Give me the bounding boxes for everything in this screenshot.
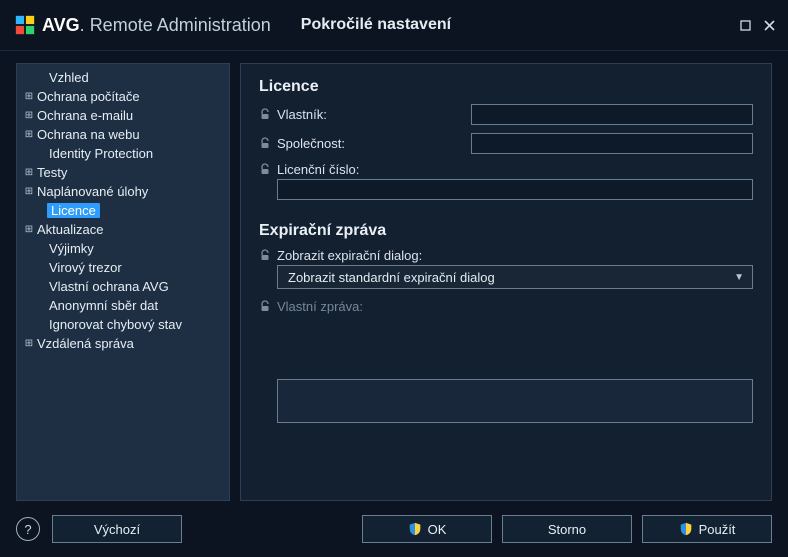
- tree-item[interactable]: Ignorovat chybový stav: [17, 315, 229, 334]
- tree-item[interactable]: Virový trezor: [17, 258, 229, 277]
- section-expiration: Expirační zpráva: [259, 222, 753, 240]
- tree-item-label: Aktualizace: [35, 222, 103, 237]
- lock-icon: [259, 108, 273, 122]
- titlebar: AVG. Remote Administration Pokročilé nas…: [0, 0, 788, 51]
- tree-item-label: Vzdálená správa: [35, 336, 134, 351]
- expand-icon[interactable]: ⊞: [23, 129, 35, 140]
- select-value: Zobrazit standardní expirační dialog: [288, 270, 495, 285]
- help-button[interactable]: ?: [16, 517, 40, 541]
- app-logo: AVG. Remote Administration: [14, 14, 271, 36]
- tree-item-label: Ochrana na webu: [35, 127, 140, 142]
- shield-icon: [408, 522, 422, 536]
- tree-item[interactable]: ⊞Ochrana e-mailu: [17, 106, 229, 125]
- tree-item[interactable]: Licence: [17, 201, 229, 220]
- custom-message-label: Vlastní zpráva:: [277, 299, 363, 314]
- tree-item-label: Ochrana e-mailu: [35, 108, 133, 123]
- lock-icon: [259, 249, 273, 263]
- company-label: Společnost:: [277, 136, 471, 151]
- company-input[interactable]: [471, 133, 753, 154]
- tree-item[interactable]: Anonymní sběr dat: [17, 296, 229, 315]
- lock-icon: [259, 163, 273, 177]
- tree-item-label: Identity Protection: [47, 146, 153, 161]
- ok-button[interactable]: OK: [362, 515, 492, 543]
- tree-item-label: Výjimky: [47, 241, 94, 256]
- tree-item[interactable]: ⊞Ochrana počítače: [17, 87, 229, 106]
- tree-item[interactable]: ⊞Testy: [17, 163, 229, 182]
- main-panel: Licence Vlastník: Společnost: Lic: [240, 63, 772, 501]
- tree-item-label: Licence: [47, 203, 100, 218]
- tree-item[interactable]: Identity Protection: [17, 144, 229, 163]
- tree-item-label: Anonymní sběr dat: [47, 298, 158, 313]
- expand-icon[interactable]: ⊞: [23, 91, 35, 102]
- owner-label: Vlastník:: [277, 107, 471, 122]
- tree-item[interactable]: Výjimky: [17, 239, 229, 258]
- avg-logo-icon: [14, 14, 36, 36]
- tree-item[interactable]: ⊞Naplánované úlohy: [17, 182, 229, 201]
- tree-item-label: Virový trezor: [47, 260, 122, 275]
- expand-icon[interactable]: ⊞: [23, 110, 35, 121]
- expand-icon[interactable]: ⊞: [23, 338, 35, 349]
- expiration-dialog-select[interactable]: Zobrazit standardní expirační dialog ▼: [277, 265, 753, 289]
- tree-item[interactable]: Vzhled: [17, 68, 229, 87]
- settings-tree[interactable]: Vzhled⊞Ochrana počítače⊞Ochrana e-mailu⊞…: [16, 63, 230, 501]
- chevron-down-icon: ▼: [734, 272, 744, 283]
- lock-icon: [259, 300, 273, 314]
- expand-icon[interactable]: ⊞: [23, 167, 35, 178]
- tree-item-label: Testy: [35, 165, 67, 180]
- tree-item-label: Naplánované úlohy: [35, 184, 148, 199]
- section-license: Licence: [259, 78, 753, 96]
- owner-input[interactable]: [471, 104, 753, 125]
- brand-bold: AVG: [42, 15, 80, 35]
- close-button[interactable]: [760, 16, 778, 34]
- tree-item-label: Vzhled: [47, 70, 89, 85]
- show-dialog-label: Zobrazit expirační dialog:: [277, 248, 422, 263]
- custom-message-textarea: [277, 379, 753, 423]
- tree-item[interactable]: ⊞Vzdálená správa: [17, 334, 229, 353]
- tree-item-label: Ochrana počítače: [35, 89, 140, 104]
- license-number-input[interactable]: [277, 179, 753, 200]
- cancel-button[interactable]: Storno: [502, 515, 632, 543]
- window-subtitle: Pokročilé nastavení: [301, 16, 451, 34]
- tree-item[interactable]: ⊞Aktualizace: [17, 220, 229, 239]
- expand-icon[interactable]: ⊞: [23, 224, 35, 235]
- defaults-button[interactable]: Výchozí: [52, 515, 182, 543]
- tree-item-label: Ignorovat chybový stav: [47, 317, 182, 332]
- brand-thin: Remote Administration: [90, 15, 271, 35]
- tree-item-label: Vlastní ochrana AVG: [47, 279, 169, 294]
- tree-item[interactable]: ⊞Ochrana na webu: [17, 125, 229, 144]
- maximize-button[interactable]: [736, 16, 754, 34]
- lock-icon: [259, 137, 273, 151]
- footer: ? Výchozí OK Storno Použít: [0, 501, 788, 557]
- expand-icon[interactable]: ⊞: [23, 186, 35, 197]
- shield-icon: [679, 522, 693, 536]
- tree-item[interactable]: Vlastní ochrana AVG: [17, 277, 229, 296]
- license-number-label: Licenční číslo:: [277, 162, 477, 177]
- apply-button[interactable]: Použít: [642, 515, 772, 543]
